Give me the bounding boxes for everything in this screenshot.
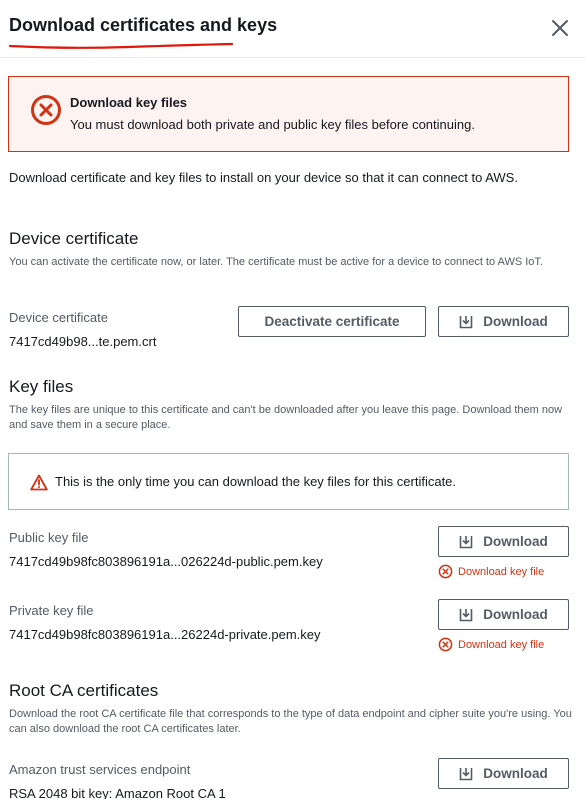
device-certificate-heading: Device certificate bbox=[9, 229, 139, 248]
root-ca-heading: Root CA certificates bbox=[9, 681, 159, 700]
download-certificate-button[interactable]: Download bbox=[438, 306, 569, 337]
private-key-error-text: Download key file bbox=[458, 638, 545, 651]
warning-triangle-icon bbox=[30, 474, 48, 491]
error-alert: Download key files You must download bot… bbox=[8, 76, 569, 152]
key-files-description: The key files are unique to this certifi… bbox=[9, 404, 563, 431]
error-circle-icon bbox=[31, 95, 61, 125]
download-root-ca-button[interactable]: Download bbox=[438, 758, 569, 789]
download-icon bbox=[459, 608, 473, 621]
private-key-error: Download key file bbox=[438, 637, 544, 652]
close-button[interactable] bbox=[548, 16, 572, 40]
download-private-key-label: Download bbox=[483, 607, 548, 622]
warning-alert: This is the only time you can download t… bbox=[8, 453, 569, 510]
private-key-filename: 7417cd49b98fc803896191a...26224d-private… bbox=[9, 627, 321, 642]
root-ca-value: RSA 2048 bit key: Amazon Root CA 1 bbox=[9, 786, 226, 799]
red-underline-annotation bbox=[8, 42, 234, 49]
download-icon bbox=[459, 767, 473, 780]
root-ca-description: Download the root CA certificate file th… bbox=[9, 708, 572, 735]
close-icon bbox=[552, 20, 568, 36]
public-key-error-text: Download key file bbox=[458, 565, 545, 578]
download-certificate-label: Download bbox=[483, 314, 548, 329]
alert-message: You must download both private and publi… bbox=[70, 117, 475, 132]
error-circle-icon bbox=[438, 564, 453, 579]
download-public-key-label: Download bbox=[483, 534, 548, 549]
download-icon bbox=[459, 535, 473, 548]
dialog-header: Download certificates and keys bbox=[0, 0, 586, 58]
device-certificate-filename: 7417cd49b98...te.pem.crt bbox=[9, 334, 157, 349]
warning-text: This is the only time you can download t… bbox=[55, 474, 457, 489]
private-key-label: Private key file bbox=[9, 603, 94, 618]
download-public-key-button[interactable]: Download bbox=[438, 526, 569, 557]
device-certificate-description: You can activate the certificate now, or… bbox=[9, 256, 543, 268]
deactivate-certificate-button[interactable]: Deactivate certificate bbox=[238, 306, 426, 337]
device-certificate-label: Device certificate bbox=[9, 310, 108, 325]
download-icon bbox=[459, 315, 473, 328]
root-ca-label: Amazon trust services endpoint bbox=[9, 762, 191, 777]
error-circle-icon bbox=[438, 637, 453, 652]
download-root-ca-label: Download bbox=[483, 766, 548, 781]
dialog-title: Download certificates and keys bbox=[9, 15, 278, 35]
download-private-key-button[interactable]: Download bbox=[438, 599, 569, 630]
alert-title: Download key files bbox=[70, 95, 188, 110]
deactivate-certificate-label: Deactivate certificate bbox=[264, 314, 400, 329]
intro-text: Download certificate and key files to in… bbox=[9, 170, 518, 185]
public-key-error: Download key file bbox=[438, 564, 544, 579]
public-key-filename: 7417cd49b98fc803896191a...026224d-public… bbox=[9, 554, 323, 569]
key-files-heading: Key files bbox=[9, 377, 74, 396]
public-key-label: Public key file bbox=[9, 530, 89, 545]
